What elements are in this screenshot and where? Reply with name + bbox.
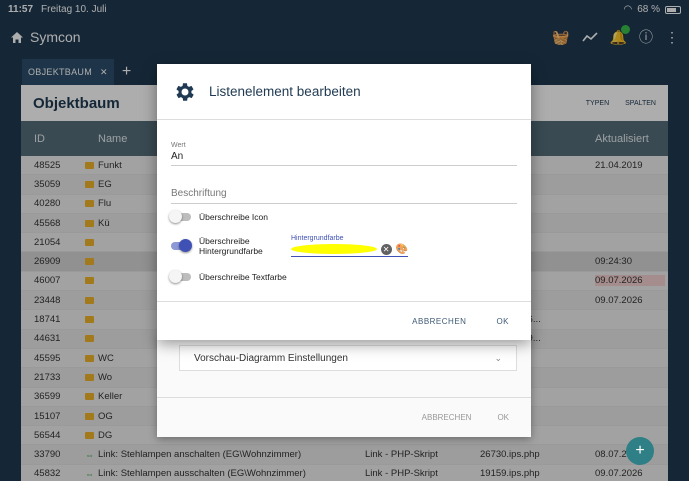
parent-cancel-button[interactable]: ABBRECHEN	[422, 413, 472, 422]
value-field[interactable]: Wert An	[171, 142, 517, 166]
caption-field[interactable]: Beschriftung	[171, 188, 517, 204]
preview-settings-label: Vorschau-Diagramm Einstellungen	[194, 352, 348, 364]
bg-color-input[interactable]: ✕ 🎨	[291, 242, 408, 257]
bg-color-field[interactable]: Hintergrundfarbe ✕ 🎨	[291, 235, 408, 257]
gear-icon	[176, 82, 194, 101]
dialog-title: Listenelement bearbeiten	[209, 84, 361, 99]
preview-settings-section[interactable]: Vorschau-Diagramm Einstellungen ⌄	[179, 345, 517, 371]
dialog-actions: ABBRECHEN OK	[157, 301, 531, 340]
override-text-row: Überschreibe Textfarbe	[169, 270, 287, 283]
override-text-toggle[interactable]	[169, 270, 191, 283]
override-bg-label-line2: Hintergrundfarbe	[199, 246, 263, 256]
palette-icon[interactable]: 🎨	[396, 244, 408, 255]
bg-color-swatch[interactable]	[291, 244, 377, 254]
dialog-header: Listenelement bearbeiten	[157, 64, 531, 120]
override-bg-row: Überschreibe Hintergrundfarbe	[171, 236, 263, 256]
ok-button[interactable]: OK	[496, 317, 509, 326]
parent-ok-button[interactable]: OK	[497, 413, 509, 422]
clear-icon[interactable]: ✕	[380, 243, 392, 255]
bg-color-label: Hintergrundfarbe	[291, 235, 344, 242]
override-bg-label: Überschreibe Hintergrundfarbe	[199, 236, 263, 256]
chevron-down-icon: ⌄	[494, 352, 502, 363]
override-bg-label-line1: Überschreibe	[199, 236, 250, 246]
parent-dialog-actions: ABBRECHEN OK	[157, 397, 531, 437]
override-icon-toggle[interactable]	[169, 210, 191, 223]
override-icon-label: Überschreibe Icon	[199, 212, 268, 222]
caption-input[interactable]: Beschriftung	[171, 188, 517, 204]
value-input[interactable]: An	[171, 149, 517, 166]
add-fab-button[interactable]: +	[626, 437, 654, 465]
value-label: Wert	[171, 142, 186, 149]
override-bg-toggle[interactable]	[171, 239, 192, 252]
cancel-button[interactable]: ABBRECHEN	[412, 317, 466, 326]
override-icon-row: Überschreibe Icon	[169, 210, 268, 223]
edit-list-item-dialog: Listenelement bearbeiten Wert An Beschri…	[157, 64, 531, 340]
parent-dialog: Vorschau-Diagramm Einstellungen ⌄ ABBREC…	[157, 335, 531, 437]
override-text-label: Überschreibe Textfarbe	[199, 272, 287, 282]
